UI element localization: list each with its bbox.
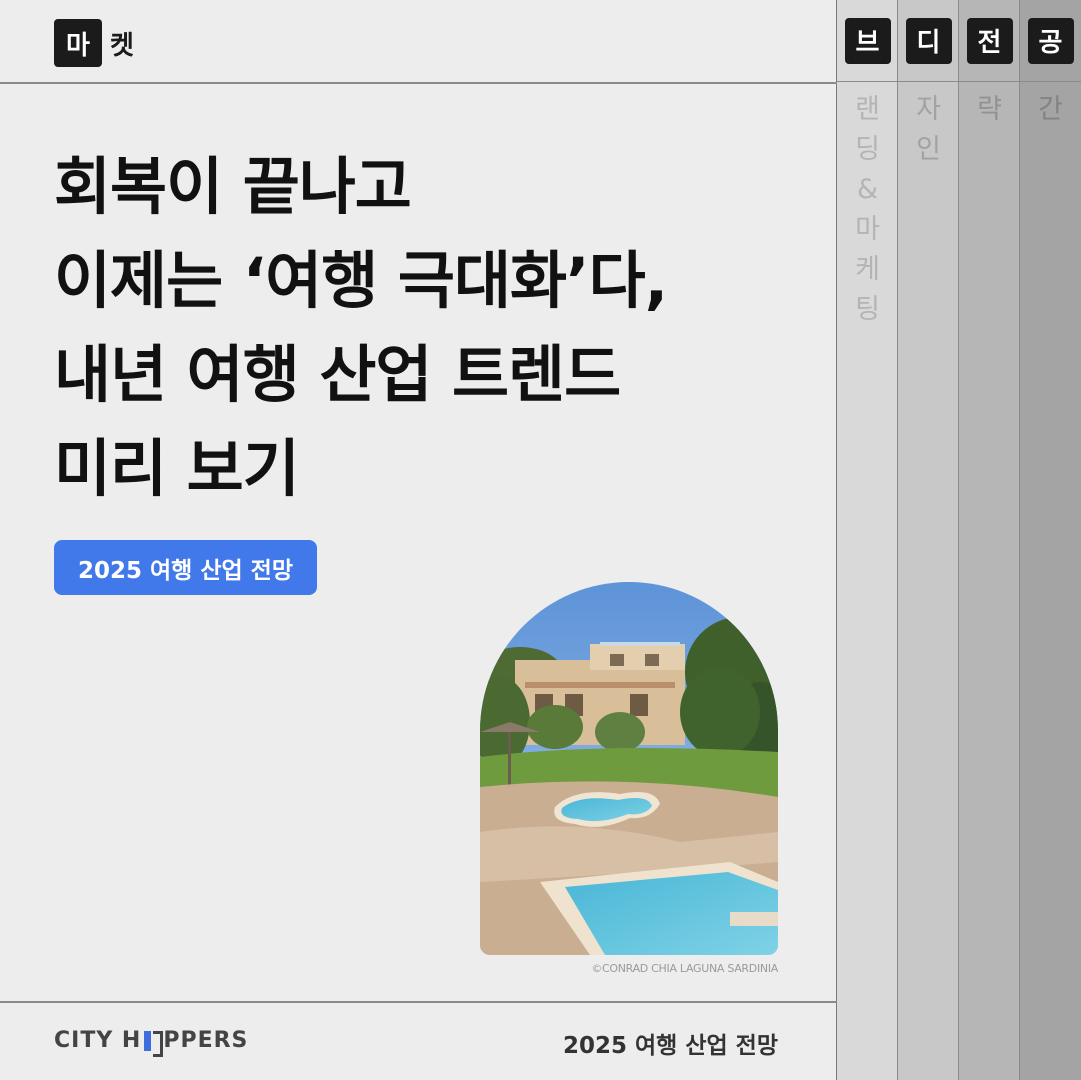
footer-title: 2025 여행 산업 전망 (563, 1033, 778, 1059)
tab-space-char: 간 (1038, 94, 1063, 125)
brand-logo-left: CITY H (54, 1028, 142, 1053)
tab-branding-char: & (856, 174, 879, 205)
tab-branding-char: 마 (855, 214, 880, 245)
tab-strategy-char: 략 (977, 94, 1002, 125)
tab-space-label: 간 (1020, 90, 1081, 130)
headline-line-2: 이제는 ‘여행 극대화’다, (54, 244, 668, 317)
resort-pool-photo (480, 582, 778, 955)
tab-space-head: 공 (1020, 0, 1081, 82)
tab-branding-char: 팅 (855, 294, 880, 325)
tab-design-label: 자 인 (898, 90, 959, 170)
tab-design-char: 인 (916, 134, 941, 165)
headline-line-3: 내년 여행 산업 트렌드 (54, 338, 621, 411)
tab-branding-initial: 브 (844, 17, 891, 64)
brand-logo: CITY H PPERS (54, 1028, 249, 1057)
headline-line-1: 회복이 끝나고 (54, 150, 412, 223)
headline: 회복이 끝나고 이제는 ‘여행 극대화’다, 내년 여행 산업 트렌드 미리 보… (54, 140, 814, 516)
tab-branding-char: 케 (855, 254, 880, 285)
brand-o-icon (142, 1030, 164, 1057)
tab-branding-head: 브 (837, 0, 898, 82)
main-panel: 마 켓 회복이 끝나고 이제는 ‘여행 극대화’다, 내년 여행 산업 트렌드 … (0, 0, 837, 1080)
headline-line-4: 미리 보기 (54, 432, 300, 505)
tab-space[interactable]: 공 간 (1020, 0, 1081, 1080)
tab-branding-char: 랜 (855, 94, 880, 125)
tab-branding[interactable]: 브 랜 딩 & 마 케 팅 (837, 0, 898, 1080)
brand-logo-right: PPERS (163, 1028, 249, 1053)
tab-strategy-label: 략 (959, 90, 1020, 130)
tab-branding-label: 랜 딩 & 마 케 팅 (837, 90, 898, 330)
tab-strategy-initial: 전 (966, 17, 1013, 64)
tab-design[interactable]: 디 자 인 (898, 0, 959, 1080)
tab-marketing-rest: 켓 (110, 30, 134, 61)
tab-strategy-head: 전 (959, 0, 1020, 82)
tab-branding-char: 딩 (855, 134, 880, 165)
tab-space-initial: 공 (1027, 17, 1074, 64)
topic-badge: 2025 여행 산업 전망 (54, 540, 317, 595)
tab-design-char: 자 (916, 94, 941, 125)
tab-design-initial: 디 (905, 17, 952, 64)
tab-strategy[interactable]: 전 략 (959, 0, 1020, 1080)
footer-divider (0, 1001, 837, 1003)
tab-design-head: 디 (898, 0, 959, 82)
tab-marketing[interactable]: 마 켓 (54, 19, 134, 67)
header-divider (0, 82, 837, 84)
photo-credit: ©CONRAD CHIA LAGUNA SARDINIA (591, 962, 778, 975)
tab-marketing-initial: 마 (54, 19, 102, 67)
